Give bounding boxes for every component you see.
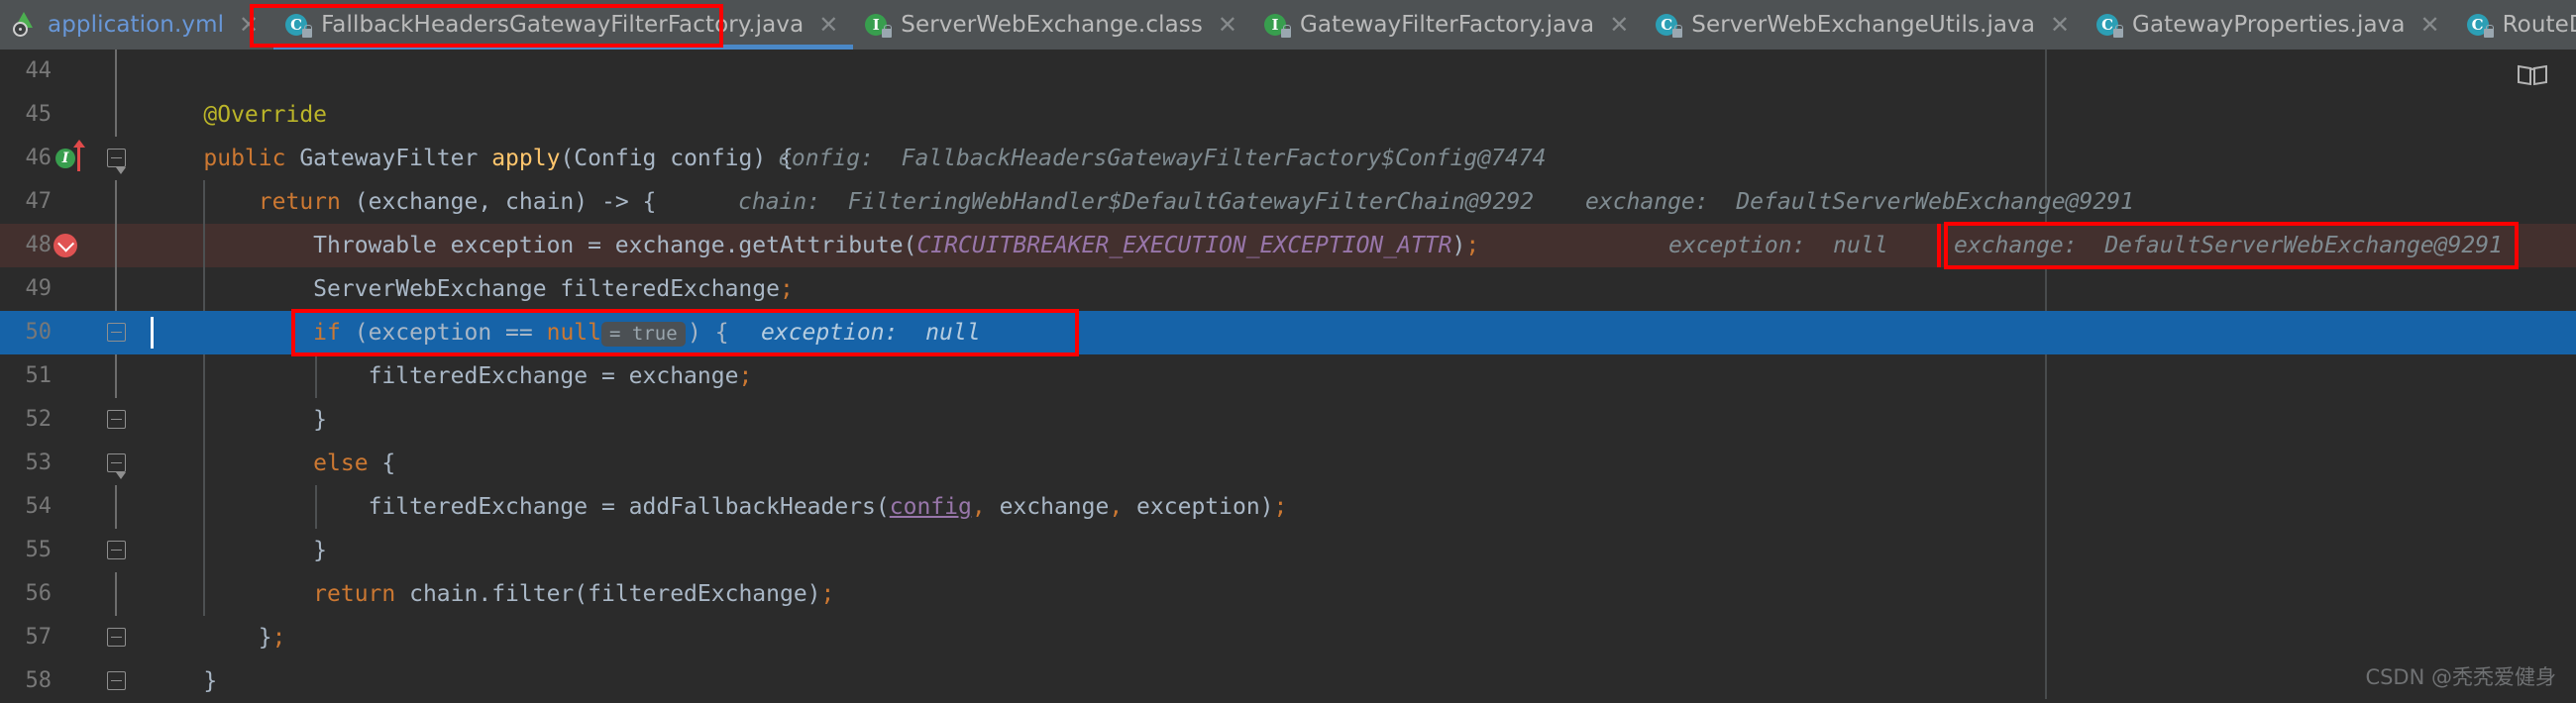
java-class-icon: C <box>2096 11 2124 39</box>
line-number: 55 <box>25 538 53 562</box>
code-line-45[interactable]: 45 @Override <box>0 93 2576 137</box>
code-line-55[interactable]: 55 } <box>0 529 2576 572</box>
code-line-50[interactable]: 50 if (exception == null = true ) { exce… <box>0 311 2576 354</box>
line-number: 56 <box>25 581 53 606</box>
book-icon[interactable] <box>2517 63 2548 87</box>
tab-label: GatewayFilterFactory.java <box>1299 12 1595 38</box>
code-fold-toggle[interactable] <box>107 541 126 559</box>
tab-close-icon[interactable]: ✕ <box>2049 13 2071 37</box>
inlay-hint-exception: exception: null <box>1668 233 1888 258</box>
code-text: if (exception == null <box>313 320 601 346</box>
code-text: Throwable exception = exchange.getAttrib… <box>313 233 1480 258</box>
line-number: 45 <box>25 102 53 127</box>
line-number: 47 <box>25 189 53 214</box>
line-number: 53 <box>25 451 53 475</box>
code-text: return chain.filter(filteredExchange); <box>313 581 835 607</box>
tab-label: ServerWebExchangeUtils.java <box>1691 12 2036 38</box>
selection-gutter-bar <box>127 311 149 354</box>
code-line-47[interactable]: 47 return (exchange, chain) -> { chain: … <box>0 180 2576 224</box>
code-text: @Override <box>149 102 328 128</box>
code-text: return (exchange, chain) -> { <box>258 189 657 215</box>
code-line-54[interactable]: 54 filteredExchange = addFallbackHeaders… <box>0 485 2576 529</box>
code-text-cont: ) { <box>688 320 729 346</box>
tab-close-icon[interactable]: ✕ <box>238 13 260 37</box>
tab-fallbackheadersgatewayfilterfactory-java[interactable]: C FallbackHeadersGatewayFilterFactory.ja… <box>273 0 854 50</box>
code-line-48[interactable]: 48 Throwable exception = exchange.getAtt… <box>0 224 2576 267</box>
code-fold-toggle[interactable] <box>107 453 126 479</box>
code-line-49[interactable]: 49 ServerWebExchange filteredExchange; <box>0 267 2576 311</box>
code-fold-toggle[interactable] <box>107 410 126 429</box>
breakpoint-verified-icon[interactable] <box>54 234 77 257</box>
up-arrow-icon <box>72 140 85 171</box>
tab-close-icon[interactable]: ✕ <box>817 13 839 37</box>
inlay-hint-exception: exception: null <box>761 320 981 346</box>
code-text: } <box>203 668 218 694</box>
inlay-hint-exchange: exchange: DefaultServerWebExchange@9291 <box>1585 189 2134 215</box>
inlay-hint-chain: chain: FilteringWebHandler$DefaultGatewa… <box>738 189 1535 215</box>
tab-gatewayfilterfactory-java[interactable]: I GatewayFilterFactory.java ✕ <box>1251 0 1645 50</box>
editor-tab-bar: application.yml ✕ C FallbackHeadersGatew… <box>0 0 2576 50</box>
code-text: ServerWebExchange filteredExchange; <box>313 276 794 302</box>
line-number: 49 <box>25 276 53 301</box>
code-line-51[interactable]: 51 filteredExchange = exchange; <box>0 354 2576 398</box>
code-fold-toggle[interactable] <box>107 671 126 690</box>
code-fold-toggle[interactable] <box>107 323 126 342</box>
code-fold-toggle[interactable] <box>107 628 126 647</box>
code-line-44[interactable]: 44 <box>0 50 2576 93</box>
code-line-56[interactable]: 56 return chain.filter(filteredExchange)… <box>0 572 2576 616</box>
tab-label: GatewayProperties.java <box>2132 12 2406 38</box>
code-text: else { <box>313 451 396 476</box>
code-text: filteredExchange = exchange; <box>368 363 753 389</box>
code-text: }; <box>258 625 286 651</box>
code-fold-toggle[interactable] <box>107 149 126 174</box>
line-number: 51 <box>25 363 53 388</box>
tab-label: application.yml <box>48 12 225 38</box>
implementing-method-icon[interactable]: I <box>55 149 75 168</box>
code-line-52[interactable]: 52 } <box>0 398 2576 442</box>
java-class-icon: C <box>285 11 313 39</box>
code-line-53[interactable]: 53 else { <box>0 442 2576 485</box>
java-interface-icon: I <box>865 11 893 39</box>
line-number: 58 <box>25 668 53 693</box>
java-interface-icon: I <box>1263 11 1291 39</box>
code-editor[interactable]: 44 45 @Override 46 I public GatewayFilte… <box>0 50 2576 699</box>
code-line-57[interactable]: 57 }; <box>0 616 2576 659</box>
line-number: 54 <box>25 494 53 519</box>
line-number: 57 <box>25 625 53 650</box>
line-number: 50 <box>25 320 53 345</box>
tab-serverwebexchange-class[interactable]: I ServerWebExchange.class ✕ <box>853 0 1252 50</box>
tab-label: ServerWebExchange.class <box>901 12 1203 38</box>
java-class-icon: C <box>2466 11 2494 39</box>
watermark-text: CSDN @秃秃爱健身 <box>2365 665 2556 689</box>
tab-label: FallbackHeadersGatewayFilterFactory.java <box>321 12 805 38</box>
tab-close-icon[interactable]: ✕ <box>2419 13 2441 37</box>
tab-label: RouteDefinition.java <box>2502 12 2576 38</box>
line-number: 46 <box>25 146 53 170</box>
code-text: } <box>313 407 328 433</box>
tab-close-icon[interactable]: ✕ <box>1217 13 1238 37</box>
inlay-hint-exchange: exchange: DefaultServerWebExchange@9291 <box>1954 233 2503 258</box>
tab-gatewayproperties-java[interactable]: C GatewayProperties.java ✕ <box>2085 0 2455 50</box>
code-line-58[interactable]: 58 } <box>0 659 2576 703</box>
debug-value-chip: = true <box>601 322 686 347</box>
code-line-46[interactable]: 46 I public GatewayFilter apply(Config c… <box>0 137 2576 180</box>
code-text: public GatewayFilter apply(Config config… <box>203 146 794 171</box>
line-number: 52 <box>25 407 53 432</box>
line-number: 48 <box>25 233 53 257</box>
code-text: filteredExchange = addFallbackHeaders(co… <box>368 494 1288 520</box>
tab-application-yml[interactable]: application.yml ✕ <box>0 0 274 50</box>
line-number: 44 <box>25 58 53 83</box>
tab-serverwebexchangeutils-java[interactable]: C ServerWebExchangeUtils.java ✕ <box>1644 0 2086 50</box>
inlay-hint-config: config: FallbackHeadersGatewayFilterFact… <box>778 146 1547 171</box>
tab-routedefinition-java[interactable]: C RouteDefinition.java ✕ <box>2454 0 2576 50</box>
java-class-icon: C <box>1656 11 1683 39</box>
code-text: } <box>313 538 328 563</box>
tab-close-icon[interactable]: ✕ <box>1608 13 1630 37</box>
yaml-file-icon <box>12 11 38 39</box>
